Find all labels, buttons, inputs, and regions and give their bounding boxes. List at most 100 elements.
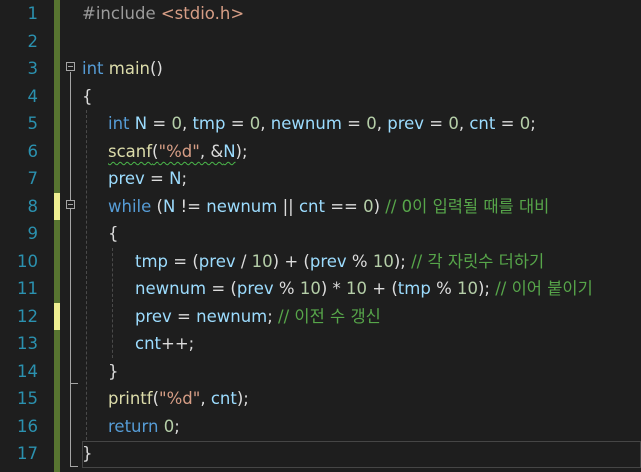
code-line-7[interactable]: prev = N;	[108, 165, 187, 193]
operator: =	[147, 114, 172, 133]
brace: {	[82, 87, 93, 106]
brace: {	[108, 224, 119, 243]
line-number: 1	[27, 4, 39, 23]
code-line-16[interactable]: return 0;	[108, 413, 180, 441]
operator: =	[171, 307, 197, 326]
operator: %	[273, 279, 300, 298]
code-line-5[interactable]: int N = 0, tmp = 0, newnum = 0, prev = 0…	[108, 110, 536, 138]
line-number: 14	[17, 362, 38, 381]
number: 10	[457, 279, 478, 298]
code-line-11[interactable]: newnum = (prev % 10) * 10 + (tmp % 10); …	[135, 275, 593, 303]
operator: /	[235, 252, 252, 271]
punctuation: );	[236, 389, 249, 408]
line-number: 3	[27, 59, 39, 78]
line-number: 12	[17, 307, 38, 326]
variable: newnum	[270, 114, 342, 133]
code-line-12[interactable]: prev = newnum; // 이전 수 갱신	[135, 303, 381, 331]
punctuation: );	[393, 252, 412, 271]
unsaved-change-bar	[54, 303, 60, 330]
variable: newnum	[206, 197, 278, 216]
operator: ) *	[320, 279, 347, 298]
comment: // 이전 수 갱신	[278, 307, 381, 326]
variable: prev	[198, 252, 236, 271]
variable: tmp	[135, 252, 169, 271]
code-line-3[interactable]: int main()	[82, 55, 163, 83]
number: 10	[251, 252, 273, 271]
code-line-9[interactable]: {	[108, 220, 119, 248]
operator: !=	[175, 197, 207, 216]
number: 10	[299, 279, 321, 298]
semicolon: ;	[267, 307, 279, 326]
punctuation: ()	[150, 59, 163, 78]
number: 0	[163, 417, 175, 436]
line-number: 10	[17, 252, 38, 271]
line-number: 16	[17, 417, 38, 436]
code-line-10[interactable]: tmp = (prev / 10) + (prev % 10); // 각 자릿…	[135, 248, 544, 276]
number: 0	[249, 114, 261, 133]
keyword: int	[108, 114, 130, 133]
variable: prev	[387, 114, 425, 133]
line-number: 15	[17, 389, 38, 408]
indent-guide	[86, 110, 87, 440]
line-number: 7	[27, 169, 39, 188]
brace: }	[82, 444, 93, 463]
line-number: 5	[27, 114, 39, 133]
number: 10	[346, 279, 368, 298]
indent-guide	[112, 248, 113, 358]
variable: N	[134, 114, 148, 133]
editor-gutter: 1 2 3 4 5 6 7 8 9 10 11 12 13 14 15 16 1…	[0, 0, 54, 472]
operator: %	[346, 252, 373, 271]
code-line-13[interactable]: cnt++;	[135, 330, 194, 358]
number: 0	[171, 114, 182, 133]
semicolon: ;	[181, 169, 188, 188]
variable: tmp	[192, 114, 226, 133]
variable: prev	[135, 307, 172, 326]
variable: newnum	[135, 279, 207, 298]
string-literal: "%d"	[158, 142, 200, 161]
code-line-17[interactable]: }	[82, 440, 93, 468]
line-number: 6	[27, 142, 39, 161]
brace: }	[108, 362, 119, 381]
variable: prev	[236, 279, 274, 298]
operator: ) + (	[272, 252, 310, 271]
collapse-main-icon[interactable]	[66, 62, 75, 71]
unsaved-change-bar	[54, 193, 60, 220]
line-number: 4	[27, 87, 39, 106]
function-name: main	[108, 59, 150, 78]
number: 0	[366, 114, 377, 133]
line-number: 2	[27, 32, 39, 51]
operator: =	[144, 169, 170, 188]
punctuation: )	[373, 197, 386, 216]
variable: cnt	[135, 334, 161, 353]
punctuation: ,	[200, 389, 211, 408]
variable: N	[223, 142, 236, 161]
comment: // 0이 입력될 때를 대비	[385, 197, 550, 216]
saved-change-bar	[54, 330, 60, 472]
variable: cnt	[210, 389, 237, 408]
punctuation: );	[235, 142, 248, 161]
punctuation: , &	[199, 142, 224, 161]
variable: prev	[108, 169, 145, 188]
collapse-while-icon[interactable]	[66, 200, 75, 209]
saved-change-bar	[54, 0, 60, 193]
operator: = (	[206, 279, 237, 298]
function-call: printf	[108, 389, 153, 408]
variable: cnt	[298, 197, 325, 216]
code-line-6[interactable]: scanf("%d", &N);	[108, 138, 248, 166]
semicolon: ;	[174, 417, 180, 436]
operator: + (	[367, 279, 398, 298]
code-line-4[interactable]: {	[82, 83, 93, 111]
saved-change-bar	[54, 220, 60, 303]
current-line-highlight	[82, 441, 641, 468]
code-line-8[interactable]: while (N != newnum || cnt == 0) // 0이 입력…	[108, 193, 549, 221]
number: 10	[372, 252, 394, 271]
code-line-14[interactable]: }	[108, 358, 119, 386]
preprocessor-directive: #include	[82, 4, 156, 23]
line-number: 13	[17, 334, 38, 353]
number: 0	[448, 114, 459, 133]
number: 0	[363, 197, 374, 216]
semicolon: ;	[530, 114, 536, 133]
operator: ||	[277, 197, 299, 216]
code-line-15[interactable]: printf("%d", cnt);	[108, 385, 249, 413]
code-line-1[interactable]: #include <stdio.h>	[82, 0, 244, 28]
